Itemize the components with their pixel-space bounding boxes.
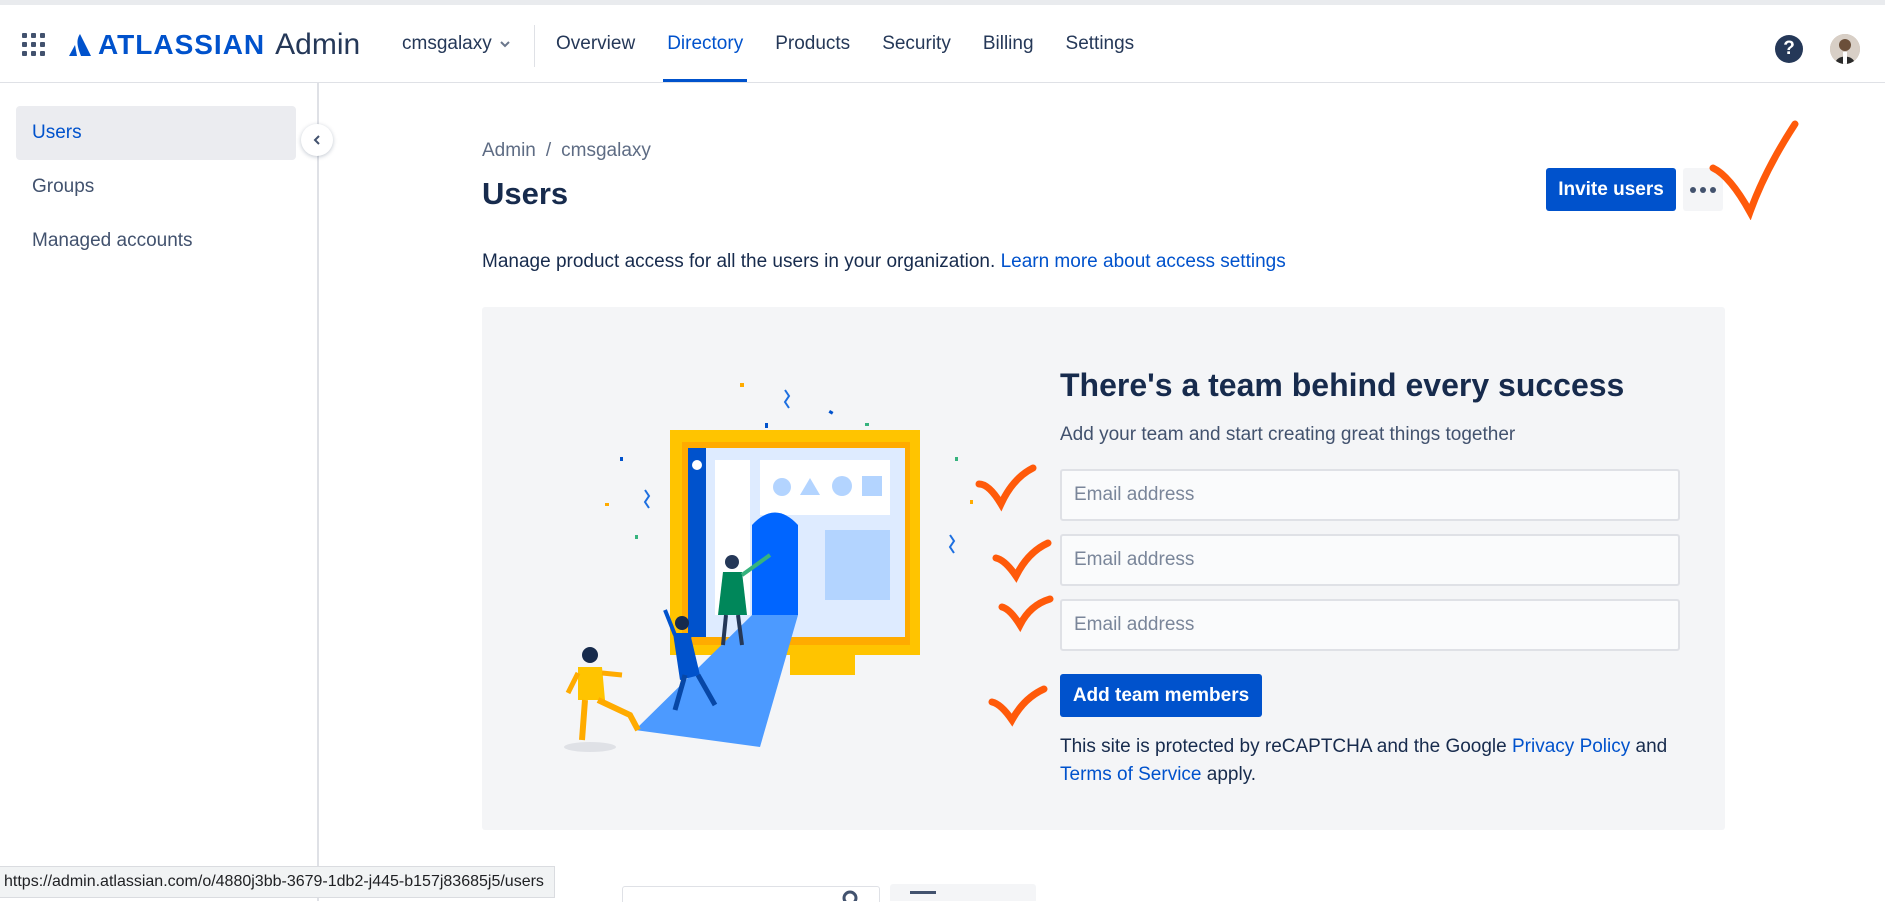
top-navigation: ATLASSIAN Admin cmsgalaxy Overview Direc… <box>0 5 1885 83</box>
chevron-left-icon <box>313 135 320 145</box>
captcha-and: and <box>1635 736 1668 757</box>
avatar[interactable] <box>1830 34 1860 64</box>
nav-directory[interactable]: Directory <box>651 5 759 82</box>
help-icon[interactable]: ? <box>1775 35 1803 63</box>
terms-of-service-link[interactable]: Terms of Service <box>1060 764 1201 785</box>
atlassian-admin-logo[interactable]: ATLASSIAN Admin <box>68 28 361 61</box>
captcha-text: This site is protected by reCAPTCHA and … <box>1060 736 1507 757</box>
sidebar: Users Groups Managed accounts <box>0 83 319 901</box>
link-preview-status-bar: https://admin.atlassian.com/o/4880j3bb-3… <box>0 866 555 898</box>
email-field-1[interactable] <box>1060 469 1680 521</box>
product-name: Admin <box>275 28 361 61</box>
sidebar-item-groups[interactable]: Groups <box>16 160 296 214</box>
brand-name: ATLASSIAN <box>98 29 266 60</box>
collapse-sidebar-button[interactable] <box>301 124 333 156</box>
nav-billing[interactable]: Billing <box>967 5 1050 82</box>
org-name: cmsgalaxy <box>402 33 492 54</box>
team-illustration <box>564 383 973 752</box>
nav-settings[interactable]: Settings <box>1050 5 1151 82</box>
main-nav: Overview Directory Products Security Bil… <box>540 5 1150 82</box>
filter-icon <box>910 891 936 894</box>
nav-products[interactable]: Products <box>759 5 866 82</box>
more-icon[interactable] <box>1683 168 1723 211</box>
header-divider <box>534 25 535 67</box>
page-title: Users <box>482 176 569 211</box>
chevron-down-icon <box>500 41 510 48</box>
card-title: There's a team behind every success <box>1060 367 1625 403</box>
add-team-members-button[interactable]: Add team members <box>1060 674 1262 717</box>
email-field-2[interactable] <box>1060 534 1680 586</box>
atlassian-logo-icon <box>69 34 91 56</box>
org-switcher[interactable]: cmsgalaxy <box>402 33 510 55</box>
recaptcha-notice: This site is protected by reCAPTCHA and … <box>1060 733 1680 789</box>
privacy-policy-link[interactable]: Privacy Policy <box>1512 736 1630 757</box>
search-field-partial[interactable] <box>622 886 880 902</box>
breadcrumb-admin[interactable]: Admin <box>482 140 536 161</box>
breadcrumb-org[interactable]: cmsgalaxy <box>561 140 651 161</box>
invite-users-button[interactable]: Invite users <box>1546 168 1676 211</box>
nav-security[interactable]: Security <box>866 5 967 82</box>
breadcrumb: Admin / cmsgalaxy <box>482 140 651 162</box>
sidebar-item-users[interactable]: Users <box>16 106 296 160</box>
email-field-3[interactable] <box>1060 599 1680 651</box>
card-subtitle: Add your team and start creating great t… <box>1060 424 1516 445</box>
page-description: Manage product access for all the users … <box>482 251 1286 273</box>
learn-more-link[interactable]: Learn more about access settings <box>1001 251 1286 272</box>
profile-photo-icon <box>1830 34 1860 64</box>
breadcrumb-separator: / <box>545 140 552 161</box>
description-text: Manage product access for all the users … <box>482 251 996 272</box>
app-switcher-icon[interactable] <box>22 33 46 57</box>
captcha-apply: apply. <box>1206 764 1257 785</box>
person-yellow-icon <box>564 647 641 752</box>
nav-overview[interactable]: Overview <box>540 5 651 82</box>
sidebar-item-managed-accounts[interactable]: Managed accounts <box>16 214 296 268</box>
search-icon <box>842 890 858 901</box>
filter-control-partial[interactable] <box>890 884 1036 901</box>
